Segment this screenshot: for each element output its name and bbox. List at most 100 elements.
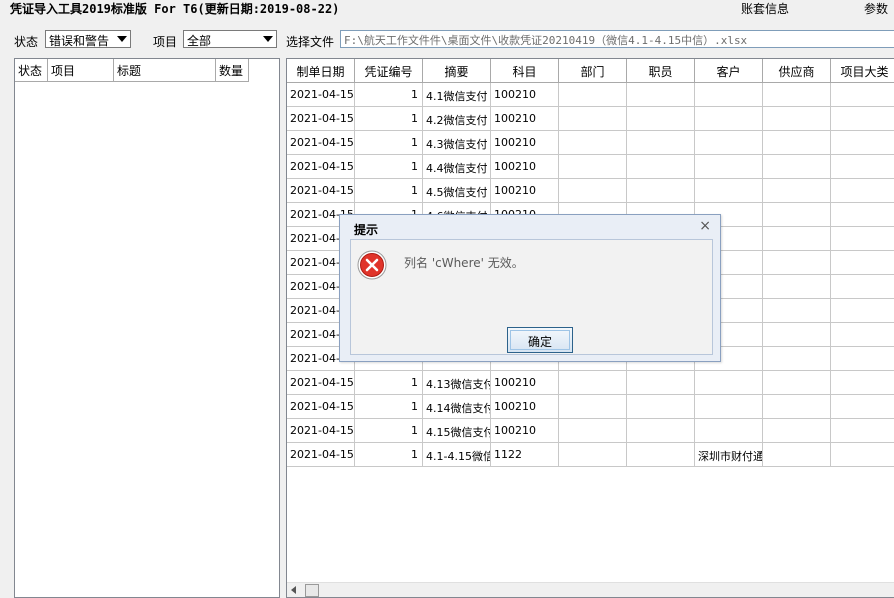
horizontal-scrollbar[interactable] <box>287 582 894 597</box>
scroll-thumb[interactable] <box>305 584 319 597</box>
grid-col-header[interactable]: 客户 <box>695 59 763 83</box>
grid-cell[interactable] <box>763 155 831 179</box>
grid-cell[interactable] <box>763 203 831 227</box>
grid-cell[interactable] <box>763 107 831 131</box>
status-select[interactable]: 错误和警告 <box>45 30 131 48</box>
grid-cell[interactable] <box>831 347 894 371</box>
grid-cell[interactable] <box>695 395 763 419</box>
grid-col-header[interactable]: 摘要 <box>423 59 491 83</box>
grid-cell[interactable]: 2021-04-15 <box>287 83 355 107</box>
grid-cell[interactable] <box>763 251 831 275</box>
grid-cell[interactable] <box>831 275 894 299</box>
grid-cell[interactable] <box>831 179 894 203</box>
grid-cell[interactable] <box>763 323 831 347</box>
grid-cell[interactable]: 1 <box>355 371 423 395</box>
grid-cell[interactable]: 1 <box>355 419 423 443</box>
grid-cell[interactable] <box>695 371 763 395</box>
grid-col-header[interactable]: 部门 <box>559 59 627 83</box>
grid-cell[interactable] <box>627 395 695 419</box>
grid-cell[interactable]: 1 <box>355 131 423 155</box>
grid-cell[interactable]: 100210 <box>491 107 559 131</box>
grid-col-header[interactable]: 项目大类 <box>831 59 894 83</box>
grid-cell[interactable] <box>763 443 831 467</box>
grid-cell[interactable]: 100210 <box>491 179 559 203</box>
grid-cell[interactable]: 4.3微信支付 <box>423 131 491 155</box>
grid-cell[interactable]: 2021-04-15 <box>287 419 355 443</box>
grid-cell[interactable]: 2021-04-15 <box>287 107 355 131</box>
scroll-left-icon[interactable] <box>291 586 296 594</box>
grid-cell[interactable] <box>627 371 695 395</box>
grid-cell[interactable]: 100210 <box>491 131 559 155</box>
grid-cell[interactable] <box>559 179 627 203</box>
grid-cell[interactable]: 2021-04-15 <box>287 443 355 467</box>
grid-cell[interactable] <box>627 419 695 443</box>
grid-cell[interactable]: 100210 <box>491 83 559 107</box>
grid-cell[interactable] <box>695 419 763 443</box>
grid-cell[interactable]: 1 <box>355 155 423 179</box>
grid-cell[interactable] <box>831 155 894 179</box>
left-col-header-count[interactable]: 数量 <box>216 59 249 82</box>
grid-cell[interactable] <box>831 299 894 323</box>
grid-cell[interactable]: 1 <box>355 443 423 467</box>
left-col-header-item[interactable]: 项目 <box>48 59 114 82</box>
grid-cell[interactable]: 4.1-4.15微信 <box>423 443 491 467</box>
grid-cell[interactable] <box>831 131 894 155</box>
grid-cell[interactable] <box>559 155 627 179</box>
grid-cell[interactable] <box>831 419 894 443</box>
grid-cell[interactable] <box>695 83 763 107</box>
grid-cell[interactable]: 2021-04-15 <box>287 131 355 155</box>
grid-cell[interactable] <box>831 203 894 227</box>
grid-cell[interactable] <box>763 275 831 299</box>
grid-cell[interactable] <box>627 443 695 467</box>
grid-cell[interactable]: 100210 <box>491 395 559 419</box>
grid-col-header[interactable]: 凭证编号 <box>355 59 423 83</box>
grid-cell[interactable] <box>763 179 831 203</box>
grid-cell[interactable]: 1 <box>355 395 423 419</box>
grid-cell[interactable] <box>559 131 627 155</box>
chevron-down-icon[interactable] <box>259 31 276 47</box>
grid-cell[interactable]: 4.14微信支付 <box>423 395 491 419</box>
grid-cell[interactable]: 1 <box>355 179 423 203</box>
grid-cell[interactable]: 2021-04-15 <box>287 395 355 419</box>
grid-cell[interactable]: 100210 <box>491 371 559 395</box>
grid-cell[interactable] <box>831 227 894 251</box>
grid-cell[interactable]: 1 <box>355 107 423 131</box>
grid-cell[interactable]: 1122 <box>491 443 559 467</box>
close-icon[interactable]: × <box>699 218 711 234</box>
grid-cell[interactable]: 2021-04-15 <box>287 371 355 395</box>
grid-cell[interactable] <box>763 83 831 107</box>
grid-cell[interactable] <box>559 107 627 131</box>
grid-cell[interactable] <box>763 395 831 419</box>
chevron-down-icon[interactable] <box>113 31 130 47</box>
grid-cell[interactable]: 4.1微信支付 <box>423 83 491 107</box>
grid-cell[interactable] <box>627 131 695 155</box>
grid-cell[interactable] <box>763 227 831 251</box>
grid-cell[interactable] <box>559 419 627 443</box>
grid-cell[interactable]: 2021-04-15 <box>287 155 355 179</box>
grid-cell[interactable]: 1 <box>355 83 423 107</box>
grid-cell[interactable]: 2021-04-15 <box>287 179 355 203</box>
menu-parameters[interactable]: 参数 <box>864 0 888 17</box>
grid-cell[interactable] <box>831 371 894 395</box>
grid-col-header[interactable]: 职员 <box>627 59 695 83</box>
grid-cell[interactable]: 4.13微信支付 <box>423 371 491 395</box>
grid-cell[interactable] <box>831 323 894 347</box>
grid-cell[interactable] <box>763 299 831 323</box>
grid-cell[interactable] <box>559 443 627 467</box>
grid-col-header[interactable]: 科目 <box>491 59 559 83</box>
grid-cell[interactable] <box>831 395 894 419</box>
grid-cell[interactable] <box>559 371 627 395</box>
grid-cell[interactable] <box>627 83 695 107</box>
grid-cell[interactable] <box>627 179 695 203</box>
grid-cell[interactable] <box>627 107 695 131</box>
grid-cell[interactable] <box>831 251 894 275</box>
grid-col-header[interactable]: 供应商 <box>763 59 831 83</box>
grid-cell[interactable] <box>831 443 894 467</box>
grid-cell[interactable] <box>763 347 831 371</box>
grid-cell[interactable]: 4.4微信支付 <box>423 155 491 179</box>
grid-cell[interactable] <box>763 371 831 395</box>
grid-cell[interactable] <box>831 107 894 131</box>
file-path-input[interactable]: F:\航天工作文件件\桌面文件\收款凭证20210419（微信4.1-4.15中… <box>340 30 894 48</box>
grid-cell[interactable] <box>695 107 763 131</box>
grid-cell[interactable]: 深圳市财付通 <box>695 443 763 467</box>
